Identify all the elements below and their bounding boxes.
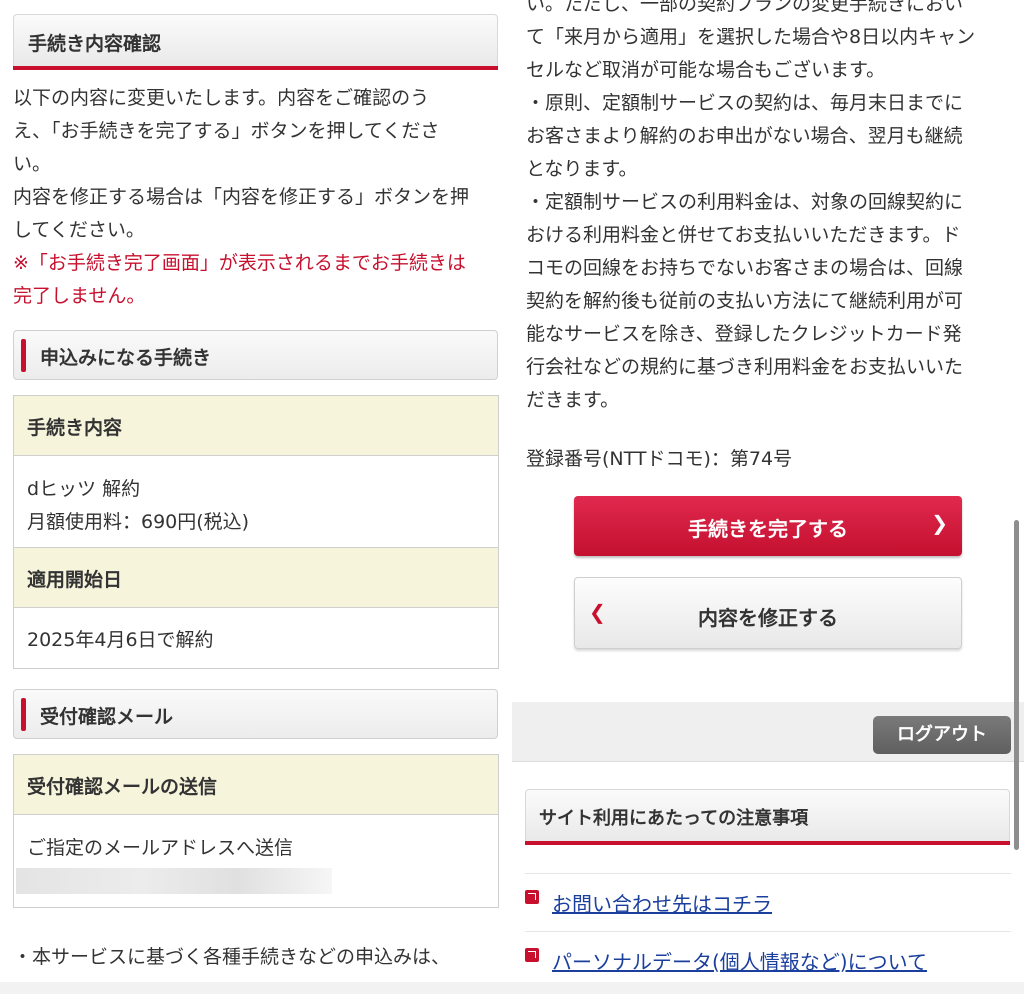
notice-line: おける利用料金と併せてお支払いいただきます。ド — [526, 224, 961, 246]
notice-line: コモの回線をお持ちでないお客さまの場合は、回線 — [526, 257, 964, 279]
section-header-confirm: 手続き内容確認 — [13, 14, 498, 70]
intro-text: 以下の内容に変更いたします。内容をご確認のう え、「お手続きを完了する」ボタンを… — [13, 82, 503, 313]
notice-line: ・本サービスに基づく各種手続きなどの申込みは、 — [13, 946, 451, 968]
notice-line: い。ただし、一部の契約プランの変更手続きにおい — [526, 0, 964, 15]
content-label: 手続き内容 — [27, 417, 123, 439]
mail-header-label: 受付確認メール — [40, 706, 174, 728]
redacted-email — [16, 868, 332, 894]
registration-number: 登録番号(NTTドコモ)：第74号 — [526, 448, 793, 470]
table-header-content: 手続き内容 — [14, 396, 498, 456]
notice-line: 行会社などの規約に基づき利用料金をお支払いいた — [526, 356, 964, 378]
link-contact[interactable]: お問い合わせ先はコチラ — [525, 873, 1011, 921]
mail-label: 受付確認メールの送信 — [27, 776, 218, 798]
section-title: 手続き内容確認 — [28, 33, 162, 55]
warning-line: ※「お手続き完了画面」が表示されるまでお手続きは — [13, 252, 466, 274]
accent-bar — [21, 698, 26, 731]
mail-value: ご指定のメールアドレスへ送信 — [27, 837, 294, 859]
table-cell-start-date: 2025年4月6日で解約 — [14, 608, 498, 668]
notice-line: 契約を解約後も従前の支払い方法にて継続利用が可 — [526, 290, 964, 312]
intro-line: い。 — [13, 153, 52, 175]
procedure-table: 手続き内容 dヒッツ 解約 月額使用料：690円(税込) 適用開始日 2025年… — [13, 395, 499, 669]
scrollbar[interactable] — [1014, 520, 1019, 850]
intro-line: してください。 — [13, 219, 145, 241]
intro-line: 内容を修正する場合は「内容を修正する」ボタンを押 — [13, 186, 470, 208]
link-personal-data[interactable]: パーソナルデータ(個人情報など)について — [525, 931, 1011, 979]
start-label: 適用開始日 — [27, 569, 123, 591]
start-value: 2025年4月6日で解約 — [27, 629, 214, 651]
content-value-service: dヒッツ 解約 — [27, 478, 141, 500]
warning-line: 完了しません。 — [13, 285, 146, 307]
site-notes-title: サイト利用にあたっての注意事項 — [539, 808, 809, 829]
notice-line: だきます。 — [526, 389, 620, 411]
notice-text: い。ただし、一部の契約プランの変更手続きにおい て「来月から適用」を選択した場合… — [526, 0, 1016, 417]
procedure-header-label: 申込みになる手続き — [40, 347, 212, 369]
site-notes-header: サイト利用にあたっての注意事項 — [525, 789, 1010, 845]
notice-line: セルなど取消が可能な場合もございます。 — [526, 59, 886, 81]
procedure-header: 申込みになる手続き — [13, 330, 498, 380]
bottom-strip — [0, 982, 1024, 994]
logout-button[interactable]: ログアウト — [873, 716, 1011, 754]
notice-line: 能なサービスを除き、登録したクレジットカード発 — [526, 323, 962, 345]
content-value-fee: 月額使用料：690円(税込) — [27, 511, 250, 533]
complete-button[interactable]: 手続きを完了する ❯ — [574, 496, 962, 556]
external-link-icon — [525, 948, 539, 962]
notice-line: お客さまより解約のお申出がない場合、翌月も継続 — [526, 125, 963, 147]
mail-table: 受付確認メールの送信 ご指定のメールアドレスへ送信 — [13, 754, 499, 908]
contact-link[interactable]: お問い合わせ先はコチラ — [552, 888, 772, 917]
notice-line: となります。 — [526, 158, 638, 180]
notice-line: ・原則、定額制サービスの契約は、毎月末日までに — [526, 92, 964, 114]
modify-button[interactable]: ❮ 内容を修正する — [574, 577, 962, 649]
complete-button-label: 手続きを完了する — [688, 517, 848, 541]
table-cell-mail: ご指定のメールアドレスへ送信 — [14, 815, 498, 907]
notice-line: ・定額制サービスの利用料金は、対象の回線契約に — [526, 191, 964, 213]
table-header-mail: 受付確認メールの送信 — [14, 755, 498, 815]
notice-line: て「来月から適用」を選択した場合や8日以内キャン — [526, 26, 976, 48]
modify-button-label: 内容を修正する — [698, 606, 838, 630]
left-panel: 手続き内容確認 以下の内容に変更いたします。内容をご確認のう え、「お手続きを完… — [0, 0, 512, 994]
mail-header: 受付確認メール — [13, 689, 498, 739]
intro-line: 以下の内容に変更いたします。内容をご確認のう — [13, 87, 430, 109]
external-link-icon — [525, 890, 539, 904]
right-panel: い。ただし、一部の契約プランの変更手続きにおい て「来月から適用」を選択した場合… — [512, 0, 1024, 994]
chevron-right-icon: ❯ — [931, 511, 948, 535]
table-header-start-date: 適用開始日 — [14, 548, 498, 608]
logout-bar: ログアウト — [512, 702, 1024, 762]
intro-line: え、「お手続きを完了する」ボタンを押してくださ — [13, 120, 440, 142]
table-cell-content: dヒッツ 解約 月額使用料：690円(税込) — [14, 456, 498, 548]
personal-data-link[interactable]: パーソナルデータ(個人情報など)について — [552, 946, 927, 975]
accent-bar — [21, 339, 26, 372]
